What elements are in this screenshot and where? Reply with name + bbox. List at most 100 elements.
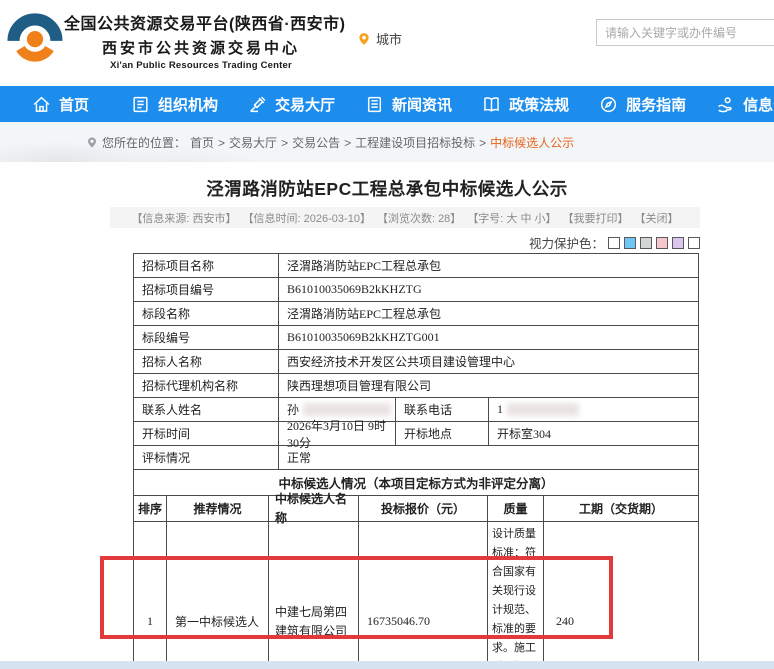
row-label: 招标项目名称 bbox=[134, 254, 279, 278]
row-label: 评标情况 bbox=[134, 446, 279, 470]
site-brand: 全国公共资源交易平台(陕西省·西安市) 西安市公共资源交易中心 Xi'an Pu… bbox=[64, 10, 346, 71]
breadcrumb-separator: > bbox=[281, 135, 289, 150]
info-disclosure-icon bbox=[718, 96, 732, 112]
col-header-duration: 工期（交货期） bbox=[544, 496, 699, 522]
service-guide-icon bbox=[600, 96, 617, 112]
row-value: 西安经济技术开发区公共项目建设管理中心 bbox=[279, 350, 699, 374]
col-header-recommendation: 推荐情况 bbox=[167, 496, 269, 522]
breadcrumb-item-trade-hall[interactable]: 交易大厅 bbox=[229, 134, 277, 151]
breadcrumb-separator: > bbox=[218, 135, 226, 150]
breadcrumb: 您所在的位置： 首页 > 交易大厅 > 交易公告 > 工程建设项目招标投标 > … bbox=[86, 134, 574, 151]
row-label: 联系人姓名 bbox=[134, 398, 279, 422]
breadcrumb-separator: > bbox=[479, 135, 487, 150]
breadcrumb-prefix: 您所在的位置： bbox=[102, 136, 187, 150]
nav-item-trade-hall[interactable]: 交易大厅 bbox=[248, 94, 335, 115]
nav-item-policy[interactable]: 政策法规 bbox=[482, 94, 569, 115]
home-icon bbox=[33, 96, 50, 112]
nav-label: 新闻资讯 bbox=[392, 96, 453, 114]
meta-source: 【信息来源: 西安市】 bbox=[131, 212, 237, 225]
col-header-price: 投标报价（元） bbox=[359, 496, 488, 522]
close-button[interactable]: 【关闭】 bbox=[635, 210, 679, 226]
nav-label: 服务指南 bbox=[626, 96, 687, 114]
nav-label: 信息公开 bbox=[743, 96, 774, 114]
redacted-blur bbox=[303, 403, 392, 416]
eye-protection-row: 视力保护色： bbox=[0, 233, 700, 252]
row-value: 泾渭路消防站EPC工程总承包 bbox=[279, 302, 699, 326]
table-row: 标段编号 B61010035069B2kKHZTG001 bbox=[134, 326, 699, 350]
page: 全国公共资源交易平台(陕西省·西安市) 西安市公共资源交易中心 Xi'an Pu… bbox=[0, 0, 774, 669]
eye-protection-label: 视力保护色： bbox=[528, 237, 604, 251]
row-value: 陕西理想项目管理有限公司 bbox=[279, 374, 699, 398]
nav-item-organization[interactable]: 组织机构 bbox=[131, 94, 218, 115]
eye-color-swatch[interactable] bbox=[672, 236, 684, 249]
col-header-quality: 质量 bbox=[488, 496, 544, 522]
eye-color-swatch[interactable] bbox=[624, 236, 636, 249]
eye-color-swatch[interactable] bbox=[608, 236, 620, 249]
print-button[interactable]: 【我要打印】 bbox=[563, 210, 629, 226]
footer-strip bbox=[0, 661, 774, 669]
eye-color-swatch[interactable] bbox=[688, 236, 700, 249]
table-row: 招标项目名称 泾渭路消防站EPC工程总承包 bbox=[134, 254, 699, 278]
row-label: 标段编号 bbox=[134, 326, 279, 350]
nav-label: 政策法规 bbox=[509, 96, 570, 114]
search-input[interactable] bbox=[596, 19, 774, 46]
policy-icon bbox=[484, 96, 499, 112]
breadcrumb-item-home[interactable]: 首页 bbox=[190, 134, 214, 151]
row-label: 招标代理机构名称 bbox=[134, 374, 279, 398]
nav-item-service-guide[interactable]: 服务指南 bbox=[599, 94, 686, 115]
table-row-bid-opening: 开标时间 2026年3月10日 9时30分 开标地点 开标室304 bbox=[134, 419, 699, 450]
location-pin-icon bbox=[359, 32, 369, 45]
table-row: 招标项目编号 B61010035069B2kKHZTG bbox=[134, 278, 699, 302]
table-row: 招标代理机构名称 陕西理想项目管理有限公司 bbox=[134, 374, 699, 398]
table-section-header-row: 中标候选人情况（本项目定标方式为非评定分离） bbox=[134, 470, 699, 496]
section-header: 中标候选人情况（本项目定标方式为非评定分离） bbox=[134, 470, 699, 496]
nav-item-news[interactable]: 新闻资讯 bbox=[365, 94, 452, 115]
row-label: 招标项目编号 bbox=[134, 278, 279, 302]
nav-item-info-disclosure[interactable]: 信息公开 bbox=[716, 94, 774, 115]
row-label: 开标时间 bbox=[134, 422, 279, 446]
annotation-red-box bbox=[100, 556, 613, 639]
eye-color-swatch[interactable] bbox=[640, 236, 652, 249]
center-title-en: Xi'an Public Resources Trading Center bbox=[110, 60, 292, 71]
row-value: B61010035069B2kKHZTG bbox=[279, 278, 699, 302]
breadcrumb-item-announcements[interactable]: 交易公告 bbox=[292, 134, 340, 151]
open-time-value: 2026年3月10日 9时30分 bbox=[279, 419, 396, 450]
site-header: 全国公共资源交易平台(陕西省·西安市) 西安市公共资源交易中心 Xi'an Pu… bbox=[0, 0, 774, 86]
eye-color-swatch[interactable] bbox=[656, 236, 668, 249]
meta-views: 【浏览次数: 28】 bbox=[376, 212, 462, 225]
page-title: 泾渭路消防站EPC工程总承包中标候选人公示 bbox=[206, 179, 568, 199]
news-icon bbox=[368, 96, 382, 112]
center-title: 西安市公共资源交易中心 bbox=[101, 40, 300, 57]
meta-time: 【信息时间: 2026-03-10】 bbox=[242, 212, 371, 225]
breadcrumb-item-construction-bidding[interactable]: 工程建设项目招标投标 bbox=[355, 134, 475, 151]
nav-label: 组织机构 bbox=[158, 96, 219, 114]
city-selector[interactable]: 城市 bbox=[357, 29, 402, 48]
open-place-value: 开标室304 bbox=[489, 422, 699, 446]
nav-label: 交易大厅 bbox=[275, 96, 336, 114]
table-row: 招标人名称 西安经济技术开发区公共项目建设管理中心 bbox=[134, 350, 699, 374]
platform-title: 全国公共资源交易平台(陕西省·西安市) bbox=[64, 16, 346, 33]
trade-hall-icon bbox=[250, 96, 266, 112]
nav-label: 首页 bbox=[59, 96, 90, 114]
table-column-header-row: 排序 推荐情况 中标候选人名称 投标报价（元） 质量 工期（交货期） bbox=[134, 492, 699, 525]
table-row: 标段名称 泾渭路消防站EPC工程总承包 bbox=[134, 302, 699, 326]
redacted-blur bbox=[507, 403, 579, 416]
col-header-rank: 排序 bbox=[134, 496, 167, 522]
location-pin-icon bbox=[88, 137, 96, 148]
table-row-contact: 联系人姓名 孙 联系电话 1 bbox=[134, 398, 699, 422]
site-logo-icon bbox=[6, 9, 64, 72]
breadcrumb-current: 中标候选人公示 bbox=[490, 136, 575, 150]
table-row-evaluation: 评标情况 正常 bbox=[134, 446, 699, 470]
contact-phone-text: 1 bbox=[497, 402, 503, 416]
row-label: 联系电话 bbox=[396, 398, 489, 422]
row-value: 泾渭路消防站EPC工程总承包 bbox=[279, 254, 699, 278]
contact-name-text: 孙 bbox=[287, 403, 300, 417]
col-header-candidate-name: 中标候选人名称 bbox=[269, 492, 359, 525]
nav-item-home[interactable]: 首页 bbox=[32, 94, 89, 115]
meta-fontsize-control[interactable]: 【字号: 大 中 小】 bbox=[467, 210, 556, 226]
row-value: B61010035069B2kKHZTG001 bbox=[279, 326, 699, 350]
row-value: 正常 bbox=[279, 446, 699, 470]
breadcrumb-bar: 您所在的位置： 首页 > 交易大厅 > 交易公告 > 工程建设项目招标投标 > … bbox=[0, 122, 774, 162]
row-label: 招标人名称 bbox=[134, 350, 279, 374]
city-label: 城市 bbox=[376, 32, 403, 47]
